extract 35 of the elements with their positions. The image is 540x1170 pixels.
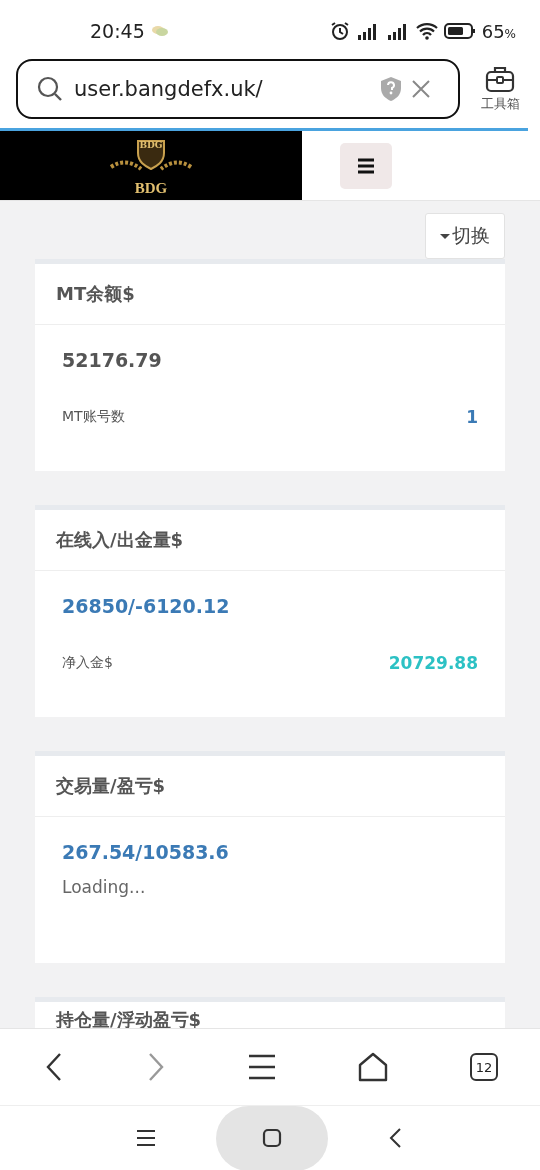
search-icon xyxy=(36,75,64,103)
forward-icon[interactable] xyxy=(146,1052,166,1082)
wifi-icon xyxy=(415,22,438,40)
stat-value: 26850/-6120.12 xyxy=(62,595,231,617)
card-title: 在线入/出金量$ xyxy=(35,510,505,571)
card-title: 交易量/盈亏$ xyxy=(35,756,505,817)
menu-icon xyxy=(357,157,375,174)
menu-icon[interactable] xyxy=(248,1053,276,1081)
card-title: 持仓量/浮动盈亏$ xyxy=(55,1008,203,1032)
card-title: MT余额$ xyxy=(35,264,505,325)
stat-label: MT账号数 xyxy=(62,408,125,426)
back-icon[interactable] xyxy=(388,1127,402,1149)
address-bar[interactable]: user.bangdefx.uk/ xyxy=(16,59,460,119)
square-icon xyxy=(262,1128,282,1148)
home-icon[interactable] xyxy=(358,1052,388,1082)
menu-icon[interactable] xyxy=(136,1129,156,1147)
menu-button[interactable] xyxy=(340,142,392,189)
alarm-icon xyxy=(329,21,350,41)
clock-time: 20:45 xyxy=(90,20,145,42)
back-icon[interactable] xyxy=(44,1052,64,1082)
stat-value: 267.54/10583.6 xyxy=(62,841,230,863)
battery-percent: 65% xyxy=(481,20,516,42)
switch-dropdown[interactable]: 切换 xyxy=(425,213,505,259)
close-icon[interactable] xyxy=(412,80,430,98)
toolbox-button[interactable]: 工具箱 xyxy=(460,65,540,113)
stat-label: 净入金$ xyxy=(62,654,113,672)
chat-bubble-icon xyxy=(150,25,169,37)
tab-count-button[interactable]: 12 xyxy=(470,1053,498,1081)
stat-value: 1 xyxy=(466,407,478,427)
stat-value: 52176.79 xyxy=(62,349,163,371)
stat-value: 20729.88 xyxy=(388,653,478,673)
loading-text: Loading... xyxy=(62,877,147,897)
toolbox-icon xyxy=(485,65,515,93)
battery-icon xyxy=(443,22,476,40)
site-logo[interactable]: BDG BDG xyxy=(0,131,302,200)
